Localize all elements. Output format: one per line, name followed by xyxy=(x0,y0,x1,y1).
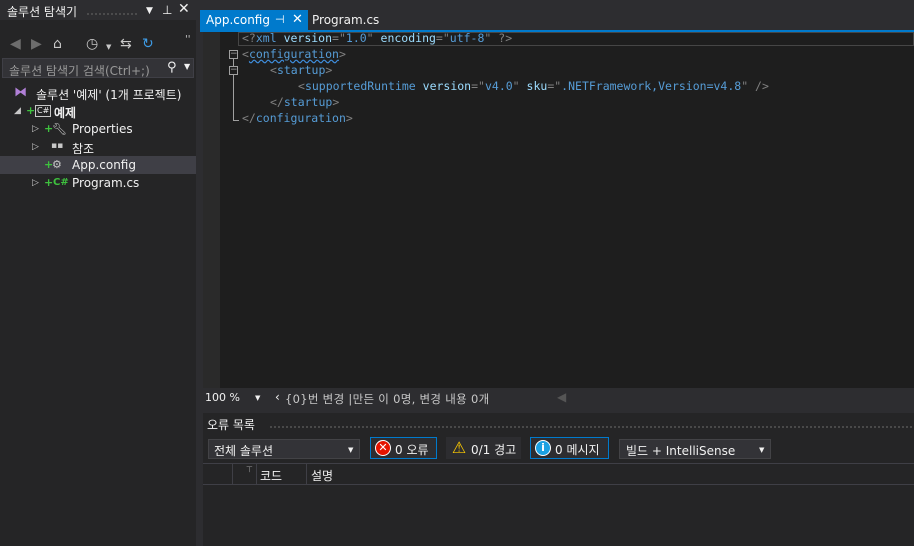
messages-count: 0 메시지 xyxy=(555,443,600,457)
config-file-icon: ⚙︎ xyxy=(52,158,62,171)
tree-item-app-config[interactable]: + ⚙︎ App.config xyxy=(0,156,196,174)
zoom-level[interactable]: 100 % xyxy=(205,391,240,404)
column-header-description[interactable]: 설명 xyxy=(311,467,333,484)
code-line-3: <startup> xyxy=(270,63,333,77)
tree-item-label: Properties xyxy=(72,122,133,136)
collapsed-arrow-icon[interactable]: ▷ xyxy=(32,178,39,188)
solution-explorer-title: 솔루션 탐색기 xyxy=(7,5,78,19)
build-filter-dropdown[interactable]: 빌드 + IntelliSense ▼ xyxy=(619,439,771,459)
tree-item-label: 예제 xyxy=(54,106,77,120)
zoom-dropdown-icon[interactable]: ▼ xyxy=(255,394,260,402)
grip-dots xyxy=(269,425,914,429)
collapsed-arrow-icon[interactable]: ▷ xyxy=(32,142,39,152)
search-options-dropdown-icon[interactable]: ▼ xyxy=(184,62,190,71)
outlining-margin xyxy=(220,32,240,388)
tree-item-label: 솔루션 '예제' (1개 프로젝트) xyxy=(36,88,182,102)
history-icon[interactable]: ◷ xyxy=(86,36,98,52)
tree-item-program-cs[interactable]: ▷ + C# Program.cs xyxy=(0,174,196,192)
collapse-icon[interactable]: − xyxy=(229,50,238,59)
messages-filter-button[interactable]: i 0 메시지 xyxy=(530,437,609,459)
solution-explorer-toolbar: ◀ ▶ ⌂ ◷ ▼ ⇆ ↻ '' xyxy=(0,33,196,57)
solution-explorer-search[interactable]: 솔루션 탐색기 검색(Ctrl+;) ⚲ ▼ xyxy=(2,58,194,78)
chevron-left-icon[interactable]: ‹ xyxy=(275,390,280,404)
scope-dropdown[interactable]: 전체 솔루션 ▼ xyxy=(208,439,360,459)
sync-icon[interactable]: ⇆ xyxy=(120,36,132,52)
scroll-left-icon[interactable]: ◀ xyxy=(557,390,566,404)
scope-value: 전체 솔루션 xyxy=(214,444,274,458)
code-line-6: </configuration> xyxy=(242,111,353,125)
column-separator[interactable] xyxy=(256,464,257,484)
warnings-count: 0/1 경고 xyxy=(471,443,517,457)
info-icon: i xyxy=(535,440,551,456)
tree-item-solution[interactable]: ⧓ 솔루션 '예제' (1개 프로젝트) xyxy=(0,84,196,102)
solution-explorer-panel: 솔루션 탐색기 ▼ ⊥ ✕ ◀ ▶ ⌂ ◷ ▼ ⇆ ↻ '' 솔루션 탐색기 검… xyxy=(0,0,196,546)
tree-item-properties[interactable]: ▷ + 🔧︎ Properties xyxy=(0,120,196,138)
refresh-icon[interactable]: ↻ xyxy=(142,36,154,52)
error-list-header: ⊤ 코드 설명 xyxy=(203,463,914,485)
chevron-down-icon: ▼ xyxy=(348,446,354,454)
tree-item-project[interactable]: ◢ + C# 예제 xyxy=(0,102,196,120)
expanded-arrow-icon[interactable]: ◢ xyxy=(14,106,21,116)
editor-status-bar: 100 % ▼ ‹ {0}번 변경 |만든 이 0명, 변경 내용 0개 ◀ xyxy=(203,389,914,407)
tab-close-icon[interactable]: ✕ xyxy=(292,10,303,30)
back-icon[interactable]: ◀ xyxy=(10,36,21,52)
search-input[interactable]: 솔루션 탐색기 검색(Ctrl+;) xyxy=(9,62,150,79)
document-tab-strip: App.config ⊣ ✕ Program.cs xyxy=(200,8,914,30)
wrench-icon: 🔧︎ xyxy=(52,122,68,136)
column-separator[interactable] xyxy=(306,464,307,484)
visual-studio-solution-icon: ⧓ xyxy=(14,85,27,100)
error-list-panel: 오류 목록 전체 솔루션 ▼ ✕ 0 오류 ⚠︎ 0/1 경고 i 0 메시지 … xyxy=(203,413,914,546)
warnings-filter-button[interactable]: ⚠︎ 0/1 경고 xyxy=(446,437,521,459)
errors-count: 0 오류 xyxy=(395,443,429,457)
outline-line xyxy=(233,75,234,121)
forward-icon[interactable]: ▶ xyxy=(31,36,42,52)
chevron-down-icon: ▼ xyxy=(759,446,765,454)
tree-item-label: Program.cs xyxy=(72,176,140,190)
pin-icon[interactable]: ⊥ xyxy=(162,3,172,17)
csharp-project-icon: C# xyxy=(35,105,52,117)
home-icon[interactable]: ⌂ xyxy=(53,36,62,52)
code-line-2: <configuration> xyxy=(242,47,346,61)
tab-program-cs[interactable]: Program.cs xyxy=(312,10,379,30)
tree-item-label: App.config xyxy=(72,158,136,172)
error-icon: ✕ xyxy=(375,440,391,456)
outline-end xyxy=(233,120,239,121)
csharp-file-icon: C# xyxy=(53,177,69,188)
references-icon: ▪▪ xyxy=(51,141,64,151)
code-line-5: </startup> xyxy=(270,95,340,109)
column-header-code[interactable]: 코드 xyxy=(260,467,282,484)
solution-explorer-titlebar: 솔루션 탐색기 ▼ ⊥ ✕ xyxy=(0,0,196,20)
tree-item-references[interactable]: ▷ ▪▪ 참조 xyxy=(0,138,196,156)
build-filter-value: 빌드 + IntelliSense xyxy=(626,444,736,458)
error-list-title: 오류 목록 xyxy=(207,418,255,432)
codelens-changes[interactable]: {0}번 변경 |만든 이 0명, 변경 내용 0개 xyxy=(285,391,489,407)
outline-line xyxy=(233,59,234,66)
search-icon[interactable]: ⚲ xyxy=(167,60,177,75)
git-added-icon: + xyxy=(44,176,54,189)
code-line-1: <?xml version="1.0" encoding="utf-8" ?> xyxy=(242,31,513,45)
editor-gutter xyxy=(203,32,220,388)
git-added-icon: + xyxy=(26,104,36,117)
code-line-4: <supportedRuntime version="v4.0" sku=".N… xyxy=(298,79,769,93)
tab-label: App.config xyxy=(206,13,270,27)
window-position-dropdown-icon[interactable]: ▼ xyxy=(146,4,153,18)
grip-dots xyxy=(86,12,138,16)
filter-icon[interactable]: ⊤ xyxy=(246,465,253,474)
warning-icon: ⚠︎ xyxy=(451,438,467,457)
column-separator[interactable] xyxy=(232,464,233,484)
collapsed-arrow-icon[interactable]: ▷ xyxy=(32,124,39,134)
overflow-icon[interactable]: '' xyxy=(185,32,191,48)
errors-filter-button[interactable]: ✕ 0 오류 xyxy=(370,437,437,459)
history-dropdown-icon[interactable]: ▼ xyxy=(106,39,111,55)
tab-label: Program.cs xyxy=(312,13,380,27)
tab-pin-icon[interactable]: ⊣ xyxy=(275,10,285,30)
tab-app-config[interactable]: App.config ⊣ ✕ xyxy=(200,10,308,30)
collapse-icon[interactable]: − xyxy=(229,66,238,75)
close-icon[interactable]: ✕ xyxy=(178,2,190,16)
tree-item-label: 참조 xyxy=(72,142,95,156)
